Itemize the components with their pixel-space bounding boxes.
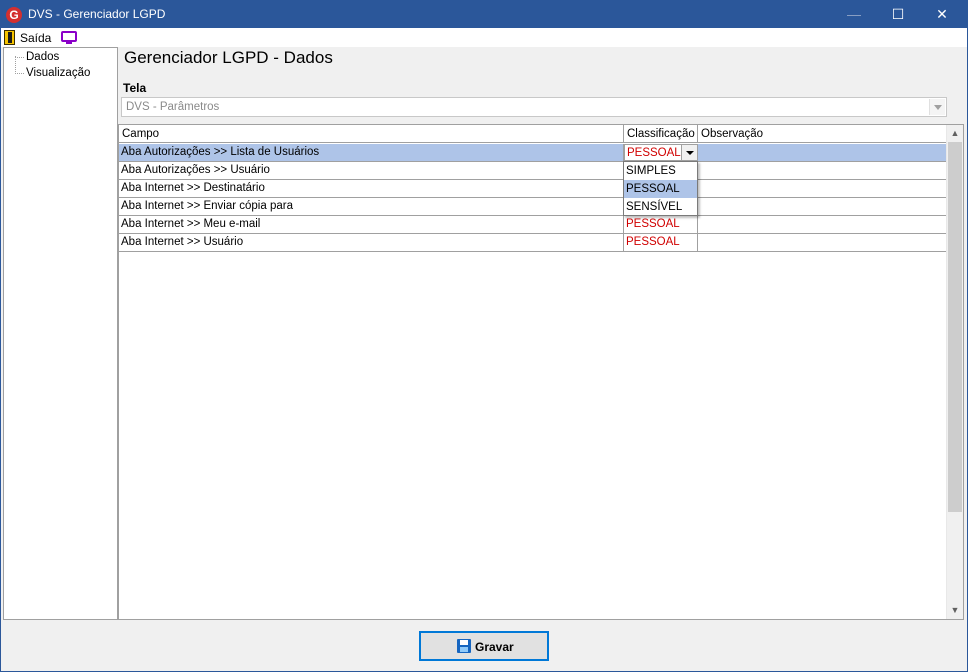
tela-label: Tela bbox=[123, 81, 147, 95]
table-row[interactable]: Aba Internet >> Enviar cópia para bbox=[119, 198, 947, 216]
table-row[interactable]: Aba Autorizações >> Usuário bbox=[119, 162, 947, 180]
monitor-icon[interactable] bbox=[61, 31, 77, 44]
classificacao-cell[interactable]: PESSOAL bbox=[624, 234, 698, 251]
dropdown-option-pessoal[interactable]: PESSOAL bbox=[624, 180, 697, 198]
tree-branch bbox=[15, 73, 24, 74]
navigation-tree: Dados Visualização bbox=[3, 47, 118, 620]
tree-item-dados[interactable]: Dados bbox=[26, 51, 59, 63]
table-row[interactable]: Aba Internet >> Meu e-mail PESSOAL bbox=[119, 216, 947, 234]
tree-branch bbox=[15, 57, 24, 58]
floppy-disk-icon bbox=[457, 639, 471, 653]
column-header-observacao[interactable]: Observação bbox=[698, 125, 947, 143]
app-window: G DVS - Gerenciador LGPD — ☐ ✕ Saída Dad… bbox=[0, 0, 968, 672]
table-row[interactable]: Aba Autorizações >> Lista de Usuários PE… bbox=[119, 144, 947, 162]
campo-cell[interactable]: Aba Internet >> Meu e-mail bbox=[119, 216, 624, 233]
minimize-button[interactable]: — bbox=[831, 1, 877, 28]
column-header-classificacao[interactable]: Classificação bbox=[624, 125, 698, 143]
campo-cell[interactable]: Aba Internet >> Destinatário bbox=[119, 180, 624, 197]
exit-menu-item[interactable]: Saída bbox=[20, 31, 51, 45]
observacao-cell[interactable] bbox=[698, 144, 947, 161]
observacao-cell[interactable] bbox=[698, 234, 947, 251]
chevron-down-icon[interactable] bbox=[929, 99, 945, 115]
tela-select-value: DVS - Parâmetros bbox=[126, 101, 220, 113]
scroll-up-icon[interactable]: ▲ bbox=[947, 125, 963, 142]
observacao-cell[interactable] bbox=[698, 216, 947, 233]
page-title: Gerenciador LGPD - Dados bbox=[124, 48, 333, 67]
column-header-campo[interactable]: Campo bbox=[119, 125, 624, 143]
tree-item-visualizacao[interactable]: Visualização bbox=[26, 67, 90, 79]
save-label: Gravar bbox=[475, 640, 514, 654]
tree-connector bbox=[15, 56, 16, 74]
table-row[interactable]: Aba Internet >> Usuário PESSOAL bbox=[119, 234, 947, 252]
chevron-down-icon[interactable] bbox=[681, 145, 697, 160]
close-button[interactable]: ✕ bbox=[919, 1, 965, 28]
title-bar[interactable]: G DVS - Gerenciador LGPD — ☐ ✕ bbox=[1, 1, 967, 28]
observacao-cell[interactable] bbox=[698, 162, 947, 179]
vertical-scrollbar[interactable]: ▲ ▼ bbox=[946, 125, 963, 619]
observacao-cell[interactable] bbox=[698, 198, 947, 215]
classification-value: PESSOAL bbox=[627, 147, 681, 159]
dvs-logo-icon: G bbox=[6, 7, 22, 23]
window-title: DVS - Gerenciador LGPD bbox=[28, 7, 166, 21]
scroll-thumb[interactable] bbox=[948, 142, 962, 512]
grid-header: Campo Classificação Observação bbox=[119, 125, 947, 143]
classification-dropdown-list: SIMPLES PESSOAL SENSÍVEL bbox=[623, 161, 698, 216]
campo-cell[interactable]: Aba Autorizações >> Usuário bbox=[119, 162, 624, 179]
menu-bar: Saída bbox=[1, 28, 967, 47]
campo-cell[interactable]: Aba Internet >> Usuário bbox=[119, 234, 624, 251]
observacao-cell[interactable] bbox=[698, 180, 947, 197]
campo-cell[interactable]: Aba Internet >> Enviar cópia para bbox=[119, 198, 624, 215]
campo-cell[interactable]: Aba Autorizações >> Lista de Usuários bbox=[119, 144, 624, 161]
exit-door-icon[interactable] bbox=[4, 30, 15, 45]
dropdown-option-simples[interactable]: SIMPLES bbox=[624, 162, 697, 180]
maximize-button[interactable]: ☐ bbox=[875, 1, 921, 28]
scroll-down-icon[interactable]: ▼ bbox=[947, 602, 963, 619]
classificacao-cell[interactable]: PESSOAL bbox=[624, 216, 698, 233]
save-button[interactable]: Gravar bbox=[419, 631, 549, 661]
tela-select[interactable]: DVS - Parâmetros bbox=[121, 97, 947, 117]
dropdown-option-sensivel[interactable]: SENSÍVEL bbox=[624, 198, 697, 216]
classification-combo[interactable]: PESSOAL bbox=[624, 144, 698, 161]
fields-grid: Campo Classificação Observação Aba Autor… bbox=[118, 124, 964, 620]
table-row[interactable]: Aba Internet >> Destinatário bbox=[119, 180, 947, 198]
